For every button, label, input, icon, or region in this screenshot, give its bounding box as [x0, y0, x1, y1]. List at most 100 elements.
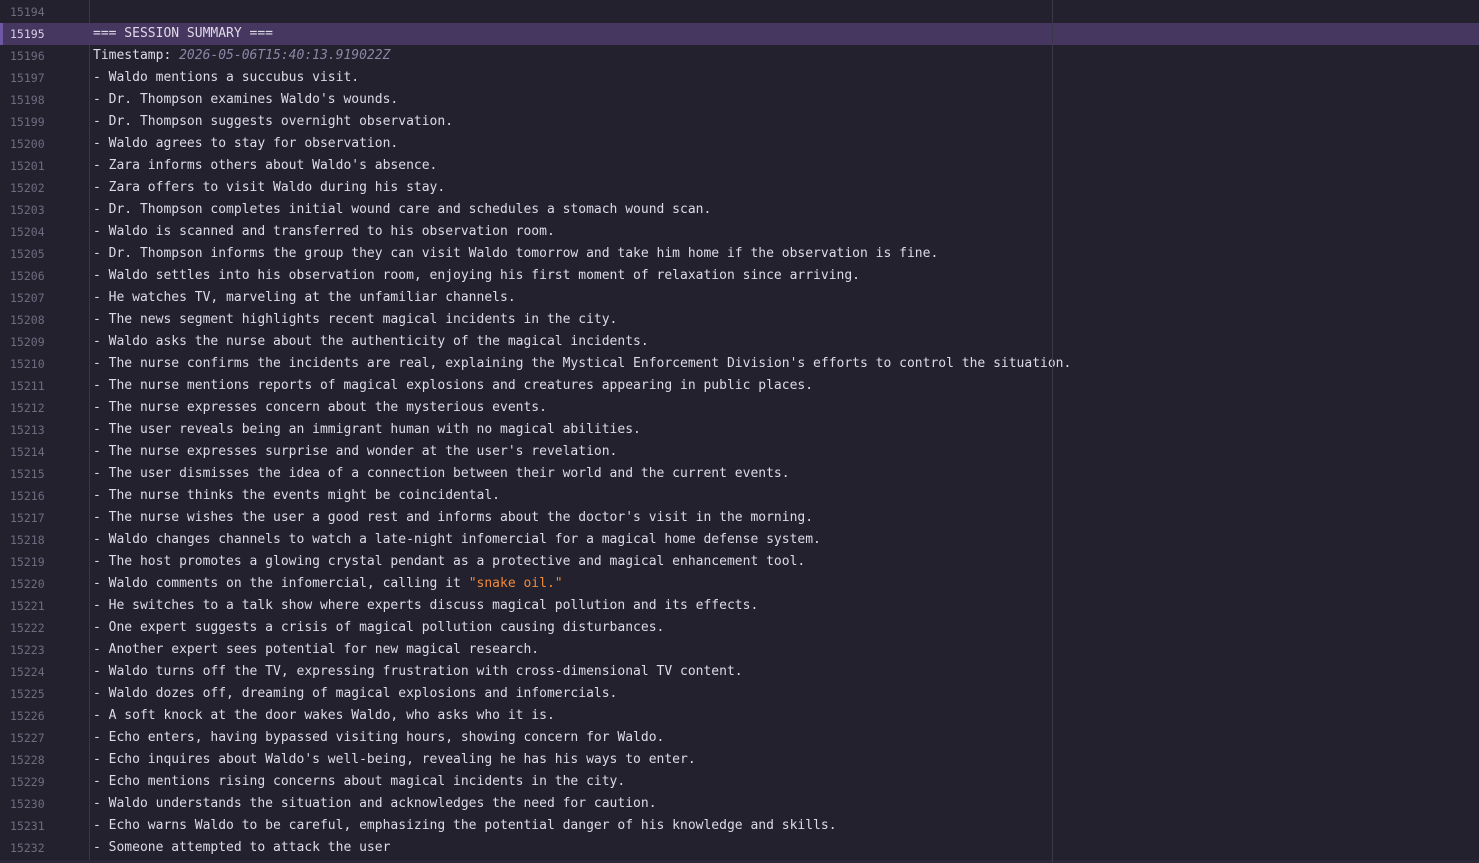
line-number: 15229: [10, 775, 45, 789]
line-text[interactable]: - Echo mentions rising concerns about ma…: [93, 771, 625, 793]
editor-line[interactable]: 15232 - Someone attempted to attack the u…: [0, 837, 1479, 859]
line-text[interactable]: - Someone attempted to attack the user: [93, 837, 390, 859]
line-number: 15211: [10, 379, 45, 393]
editor-line[interactable]: 15194: [0, 1, 1479, 23]
text-editor[interactable]: 15194 15195 === SESSION SUMMARY === 15196 Ti…: [0, 0, 1479, 863]
line-text[interactable]: - Waldo settles into his observation roo…: [93, 265, 860, 287]
line-number: 15201: [10, 159, 45, 173]
line-content: - The nurse wishes the user a good rest …: [93, 510, 814, 525]
line-text[interactable]: - The nurse expresses concern about the …: [93, 397, 547, 419]
editor-line[interactable]: 15217 - The nurse wishes the user a good …: [0, 507, 1479, 529]
line-content: - The news segment highlights recent mag…: [93, 312, 618, 327]
line-text[interactable]: - Waldo mentions a succubus visit.: [93, 67, 359, 89]
line-content: - Dr. Thompson examines Waldo's wounds.: [93, 92, 399, 107]
line-text[interactable]: Timestamp: 2026-05-06T15:40:13.919022Z: [93, 45, 390, 67]
timestamp-value: 2026-05-06T15:40:13.919022Z: [179, 48, 391, 63]
line-text[interactable]: - The host promotes a glowing crystal pe…: [93, 551, 805, 573]
editor-line[interactable]: 15219 - The host promotes a glowing cryst…: [0, 551, 1479, 573]
line-number: 15214: [10, 445, 45, 459]
line-text[interactable]: - Dr. Thompson informs the group they ca…: [93, 243, 938, 265]
line-content: - A soft knock at the door wakes Waldo, …: [93, 708, 555, 723]
editor-line[interactable]: 15221 - He switches to a talk show where …: [0, 595, 1479, 617]
editor-line[interactable]: 15205 - Dr. Thompson informs the group th…: [0, 243, 1479, 265]
editor-line[interactable]: 15208 - The news segment highlights recen…: [0, 309, 1479, 331]
editor-line[interactable]: 15226 - A soft knock at the door wakes Wa…: [0, 705, 1479, 727]
editor-line[interactable]: 15202 - Zara offers to visit Waldo during…: [0, 177, 1479, 199]
line-text[interactable]: === SESSION SUMMARY ===: [93, 23, 273, 45]
editor-line[interactable]: 15224 - Waldo turns off the TV, expressin…: [0, 661, 1479, 683]
line-text[interactable]: - A soft knock at the door wakes Waldo, …: [93, 705, 555, 727]
line-text[interactable]: - Waldo asks the nurse about the authent…: [93, 331, 649, 353]
line-text[interactable]: - Dr. Thompson suggests overnight observ…: [93, 111, 453, 133]
line-content: - Echo mentions rising concerns about ma…: [93, 774, 626, 789]
line-text[interactable]: - Zara offers to visit Waldo during his …: [93, 177, 445, 199]
editor-line[interactable]: 15218 - Waldo changes channels to watch a…: [0, 529, 1479, 551]
editor-line[interactable]: 15201 - Zara informs others about Waldo's…: [0, 155, 1479, 177]
line-number: 15200: [10, 137, 45, 151]
editor-line[interactable]: 15207 - He watches TV, marveling at the u…: [0, 287, 1479, 309]
line-text[interactable]: - Waldo comments on the infomercial, cal…: [93, 573, 563, 595]
line-text[interactable]: - The nurse mentions reports of magical …: [93, 375, 813, 397]
line-text[interactable]: - Dr. Thompson completes initial wound c…: [93, 199, 711, 221]
line-text[interactable]: - The nurse expresses surprise and wonde…: [93, 441, 617, 463]
line-content: - Waldo comments on the infomercial, cal…: [93, 576, 469, 591]
editor-line[interactable]: 15210 - The nurse confirms the incidents …: [0, 353, 1479, 375]
line-number: 15226: [10, 709, 45, 723]
editor-line[interactable]: 15222 - One expert suggests a crisis of m…: [0, 617, 1479, 639]
line-text[interactable]: - Zara informs others about Waldo's abse…: [93, 155, 437, 177]
editor-line[interactable]: 15216 - The nurse thinks the events might…: [0, 485, 1479, 507]
editor-line[interactable]: 15223 - Another expert sees potential for…: [0, 639, 1479, 661]
line-text[interactable]: - Echo warns Waldo to be careful, emphas…: [93, 815, 837, 837]
line-text[interactable]: - He switches to a talk show where exper…: [93, 595, 758, 617]
line-content: - The nurse expresses surprise and wonde…: [93, 444, 618, 459]
line-text[interactable]: - The news segment highlights recent mag…: [93, 309, 617, 331]
editor-line[interactable]: 15213 - The user reveals being an immigra…: [0, 419, 1479, 441]
line-text[interactable]: - Waldo understands the situation and ac…: [93, 793, 657, 815]
line-content: - Echo enters, having bypassed visiting …: [93, 730, 665, 745]
editor-line[interactable]: 15230 - Waldo understands the situation a…: [0, 793, 1479, 815]
editor-line[interactable]: 15214 - The nurse expresses surprise and …: [0, 441, 1479, 463]
line-content: - Echo inquires about Waldo's well-being…: [93, 752, 696, 767]
editor-line[interactable]: 15209 - Waldo asks the nurse about the au…: [0, 331, 1479, 353]
editor-line[interactable]: 15227 - Echo enters, having bypassed visi…: [0, 727, 1479, 749]
editor-line[interactable]: 15231 - Echo warns Waldo to be careful, e…: [0, 815, 1479, 837]
editor-line[interactable]: 15225 - Waldo dozes off, dreaming of magi…: [0, 683, 1479, 705]
editor-line[interactable]: 15228 - Echo inquires about Waldo's well-…: [0, 749, 1479, 771]
line-text[interactable]: - Echo inquires about Waldo's well-being…: [93, 749, 696, 771]
line-text[interactable]: - The nurse thinks the events might be c…: [93, 485, 500, 507]
line-text[interactable]: - Waldo is scanned and transferred to hi…: [93, 221, 555, 243]
editor-line[interactable]: 15215 - The user dismisses the idea of a …: [0, 463, 1479, 485]
editor-line[interactable]: 15211 - The nurse mentions reports of mag…: [0, 375, 1479, 397]
line-content: - Another expert sees potential for new …: [93, 642, 540, 657]
editor-line[interactable]: 15206 - Waldo settles into his observatio…: [0, 265, 1479, 287]
editor-line[interactable]: 15197 - Waldo mentions a succubus visit.: [0, 67, 1479, 89]
editor-line[interactable]: 15200 - Waldo agrees to stay for observat…: [0, 133, 1479, 155]
line-text[interactable]: - Echo enters, having bypassed visiting …: [93, 727, 664, 749]
line-text[interactable]: - He watches TV, marveling at the unfami…: [93, 287, 516, 309]
editor-line[interactable]: 15195 === SESSION SUMMARY ===: [0, 23, 1479, 45]
line-text[interactable]: - The user reveals being an immigrant hu…: [93, 419, 641, 441]
line-text[interactable]: - Waldo changes channels to watch a late…: [93, 529, 821, 551]
line-content: - Zara informs others about Waldo's abse…: [93, 158, 438, 173]
line-text[interactable]: - One expert suggests a crisis of magica…: [93, 617, 664, 639]
line-text[interactable]: - Waldo turns off the TV, expressing fru…: [93, 661, 743, 683]
editor-line[interactable]: 15212 - The nurse expresses concern about…: [0, 397, 1479, 419]
editor-line[interactable]: 15199 - Dr. Thompson suggests overnight o…: [0, 111, 1479, 133]
line-content: - Dr. Thompson completes initial wound c…: [93, 202, 712, 217]
editor-line[interactable]: 15198 - Dr. Thompson examines Waldo's wou…: [0, 89, 1479, 111]
line-text[interactable]: - The nurse wishes the user a good rest …: [93, 507, 813, 529]
editor-line[interactable]: 15229 - Echo mentions rising concerns abo…: [0, 771, 1479, 793]
line-number: 15210: [10, 357, 45, 371]
editor-line[interactable]: 15220 - Waldo comments on the infomercial…: [0, 573, 1479, 595]
editor-line[interactable]: 15204 - Waldo is scanned and transferred …: [0, 221, 1479, 243]
line-text[interactable]: - Another expert sees potential for new …: [93, 639, 539, 661]
line-text[interactable]: - The nurse confirms the incidents are r…: [93, 353, 1071, 375]
line-text[interactable]: - The user dismisses the idea of a conne…: [93, 463, 790, 485]
line-number: 15216: [10, 489, 45, 503]
line-text[interactable]: - Waldo dozes off, dreaming of magical e…: [93, 683, 617, 705]
line-text[interactable]: - Dr. Thompson examines Waldo's wounds.: [93, 89, 398, 111]
line-text[interactable]: - Waldo agrees to stay for observation.: [93, 133, 398, 155]
editor-line[interactable]: 15203 - Dr. Thompson completes initial wo…: [0, 199, 1479, 221]
editor-line[interactable]: 15196 Timestamp: 2026-05-06T15:40:13.9190…: [0, 45, 1479, 67]
line-content: - The nurse thinks the events might be c…: [93, 488, 500, 503]
